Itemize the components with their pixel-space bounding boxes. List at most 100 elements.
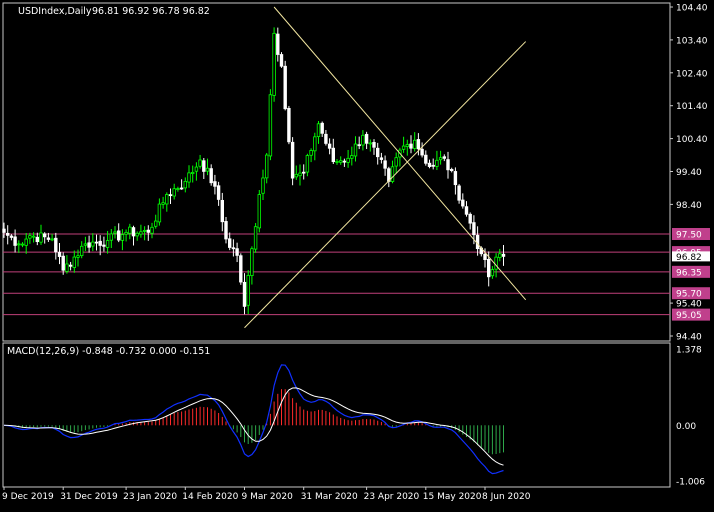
candle-body [405, 144, 409, 147]
candle-body [424, 154, 428, 164]
candle-body [35, 236, 39, 243]
candle-body [305, 155, 310, 173]
ohlc-readout: 96.81 96.92 96.78 96.82 [92, 6, 210, 17]
candle-body [168, 194, 173, 197]
candle-body [57, 251, 62, 257]
candle-body [446, 159, 450, 171]
chart-canvas: 104.40 103.40 102.40 101.40 100.40 99.40 98.40… [2, 2, 710, 502]
candle-body [213, 181, 217, 187]
macd-title: MACD(12,26,9) -0.848 -0.732 0.000 -0.151 [7, 346, 210, 357]
candle-body [438, 157, 443, 161]
candle-body [331, 147, 335, 163]
candle-body [379, 157, 384, 160]
chart-window: 104.40 103.40 102.40 101.40 100.40 99.40 98.40… [0, 0, 714, 508]
y-tick-label: 102.40 [676, 69, 708, 79]
candle-body [198, 159, 202, 167]
candle-body [338, 160, 343, 163]
candle-body [150, 226, 154, 234]
candle-body [72, 256, 76, 268]
candle-body [161, 202, 165, 205]
candle-body [453, 171, 458, 186]
candle-body [94, 241, 99, 244]
candle-body [242, 281, 247, 307]
candle-body [272, 32, 276, 96]
candle-body [24, 238, 28, 246]
candle-body [216, 185, 221, 200]
candle-body [324, 133, 328, 144]
candle-body [486, 258, 491, 278]
candle-body [383, 160, 387, 169]
macd-y-tick-label: -1.006 [676, 478, 705, 488]
candle-body [105, 240, 110, 248]
candle-body [257, 194, 261, 229]
candle-body [342, 160, 347, 163]
macd-signal-line [3, 387, 504, 466]
candle-body [412, 139, 417, 149]
level-price-label: 96.35 [676, 268, 702, 278]
candle-body [420, 148, 424, 156]
candle-body [190, 171, 195, 174]
candle-body [464, 206, 469, 215]
candle-body [283, 65, 287, 110]
x-tick-label: 9 Dec 2019 [2, 492, 54, 502]
candle-body [264, 154, 269, 179]
x-tick-label: 8 Jun 2020 [482, 492, 531, 502]
candle-body [183, 180, 187, 189]
candle-body [364, 133, 369, 144]
candle-body [220, 199, 224, 223]
candle-body [298, 172, 302, 177]
level-price-label: 95.05 [676, 311, 702, 321]
candle-body [113, 231, 117, 234]
candle-body [28, 235, 32, 239]
candle-body [375, 147, 380, 158]
candle-body [368, 142, 372, 145]
candle-body [261, 177, 265, 194]
candle-body [80, 245, 84, 257]
candle-body [39, 232, 43, 243]
candle-body [390, 166, 395, 182]
candle-body [290, 141, 295, 179]
y-tick-label: 98.40 [676, 201, 702, 211]
candles [2, 27, 506, 315]
candle-body [394, 157, 398, 167]
candle-body [187, 172, 191, 183]
candle-body [202, 160, 206, 172]
candle-body [490, 269, 495, 277]
candle-body [327, 143, 332, 149]
candle-body [287, 108, 291, 143]
candle-body [409, 143, 413, 149]
current-price-label: 96.82 [676, 253, 702, 263]
candle-body [357, 144, 361, 147]
candle-body [65, 263, 69, 272]
candle-body [431, 164, 435, 167]
macd-series [3, 364, 504, 475]
candle-body [83, 243, 88, 246]
candle-body [346, 157, 350, 163]
candle-body [276, 33, 280, 55]
macd-line [3, 364, 504, 475]
candle-body [87, 242, 91, 248]
candle-body [209, 168, 213, 184]
candle-body [176, 188, 180, 190]
candle-body [224, 221, 228, 240]
candle-body [142, 229, 147, 232]
candle-body [2, 228, 6, 233]
candle-body [50, 238, 54, 241]
candle-body [13, 236, 17, 246]
candle-body [146, 229, 150, 233]
candle-body [102, 244, 106, 247]
candle-body [501, 253, 506, 257]
y-tick-label: 99.40 [676, 168, 702, 178]
candle-body [294, 173, 298, 178]
candle-body [205, 167, 210, 172]
candle-body [472, 222, 476, 236]
macd-panel-frame [2, 342, 671, 488]
candle-body [98, 240, 102, 246]
x-tick-label: 23 Jan 2020 [123, 492, 177, 502]
candle-body [442, 156, 446, 159]
candle-body [172, 188, 176, 197]
candle-body [6, 232, 10, 236]
candle-body [109, 233, 113, 241]
candle-body [46, 237, 51, 240]
candle-body [117, 230, 121, 241]
